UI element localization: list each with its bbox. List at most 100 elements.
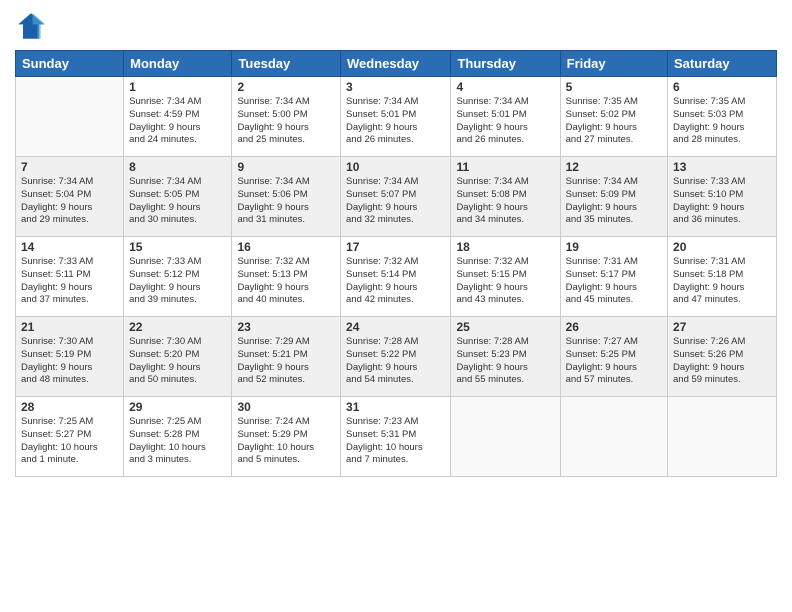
day-info: Sunrise: 7:28 AM Sunset: 5:23 PM Dayligh… xyxy=(456,336,554,387)
day-number: 31 xyxy=(346,400,445,414)
day-info: Sunrise: 7:31 AM Sunset: 5:17 PM Dayligh… xyxy=(566,256,662,307)
day-info: Sunrise: 7:35 AM Sunset: 5:03 PM Dayligh… xyxy=(673,96,771,147)
day-number: 3 xyxy=(346,80,445,94)
day-number: 17 xyxy=(346,240,445,254)
day-number: 26 xyxy=(566,320,662,334)
day-number: 30 xyxy=(237,400,335,414)
logo-icon xyxy=(15,10,47,42)
day-info: Sunrise: 7:34 AM Sunset: 5:04 PM Dayligh… xyxy=(21,176,118,227)
calendar-cell: 4 Sunrise: 7:34 AM Sunset: 5:01 PM Daylig… xyxy=(451,77,560,157)
calendar-cell: 27Sunrise: 7:26 AM Sunset: 5:26 PM Dayli… xyxy=(668,317,777,397)
calendar-cell: 11 Sunrise: 7:34 AM Sunset: 5:08 PM Dayli… xyxy=(451,157,560,237)
calendar-cell: 20 Sunrise: 7:31 AM Sunset: 5:18 PM Dayli… xyxy=(668,237,777,317)
day-number: 19 xyxy=(566,240,662,254)
day-number: 9 xyxy=(237,160,335,174)
calendar-cell: 15 Sunrise: 7:33 AM Sunset: 5:12 PM Dayli… xyxy=(124,237,232,317)
calendar-cell: 26 Sunrise: 7:27 AM Sunset: 5:25 PM Dayli… xyxy=(560,317,667,397)
day-info: Sunrise: 7:32 AM Sunset: 5:13 PM Dayligh… xyxy=(237,256,335,307)
calendar-cell: 9 Sunrise: 7:34 AM Sunset: 5:06 PM Daylig… xyxy=(232,157,341,237)
calendar-week-row: 14 Sunrise: 7:33 AM Sunset: 5:11 PM Dayli… xyxy=(16,237,777,317)
header xyxy=(15,10,777,42)
calendar-cell: 24 Sunrise: 7:28 AM Sunset: 5:22 PM Dayli… xyxy=(341,317,451,397)
day-info: Sunrise: 7:34 AM Sunset: 5:09 PM Dayligh… xyxy=(566,176,662,227)
calendar-cell: 10 Sunrise: 7:34 AM Sunset: 5:07 PM Dayli… xyxy=(341,157,451,237)
day-info: Sunrise: 7:25 AM Sunset: 5:27 PM Dayligh… xyxy=(21,416,118,467)
day-info: Sunrise: 7:28 AM Sunset: 5:22 PM Dayligh… xyxy=(346,336,445,387)
day-info: Sunrise: 7:34 AM Sunset: 5:08 PM Dayligh… xyxy=(456,176,554,227)
day-number: 24 xyxy=(346,320,445,334)
day-info: Sunrise: 7:34 AM Sunset: 4:59 PM Dayligh… xyxy=(129,96,226,147)
calendar-header-tuesday: Tuesday xyxy=(232,51,341,77)
day-number: 22 xyxy=(129,320,226,334)
calendar-cell: 16 Sunrise: 7:32 AM Sunset: 5:13 PM Dayli… xyxy=(232,237,341,317)
day-number: 23 xyxy=(237,320,335,334)
calendar-cell: 28 Sunrise: 7:25 AM Sunset: 5:27 PM Dayli… xyxy=(16,397,124,477)
calendar-cell: 25 Sunrise: 7:28 AM Sunset: 5:23 PM Dayli… xyxy=(451,317,560,397)
day-number: 2 xyxy=(237,80,335,94)
calendar-cell: 3 Sunrise: 7:34 AM Sunset: 5:01 PM Daylig… xyxy=(341,77,451,157)
day-info: Sunrise: 7:23 AM Sunset: 5:31 PM Dayligh… xyxy=(346,416,445,467)
day-info: Sunrise: 7:33 AM Sunset: 5:12 PM Dayligh… xyxy=(129,256,226,307)
day-info: Sunrise: 7:30 AM Sunset: 5:19 PM Dayligh… xyxy=(21,336,118,387)
calendar-cell xyxy=(560,397,667,477)
day-number: 25 xyxy=(456,320,554,334)
day-info: Sunrise: 7:34 AM Sunset: 5:06 PM Dayligh… xyxy=(237,176,335,227)
day-info: Sunrise: 7:29 AM Sunset: 5:21 PM Dayligh… xyxy=(237,336,335,387)
calendar: SundayMondayTuesdayWednesdayThursdayFrid… xyxy=(15,50,777,477)
day-info: Sunrise: 7:27 AM Sunset: 5:25 PM Dayligh… xyxy=(566,336,662,387)
day-info: Sunrise: 7:26 AM Sunset: 5:26 PM Dayligh… xyxy=(673,336,771,387)
day-number: 20 xyxy=(673,240,771,254)
calendar-cell xyxy=(451,397,560,477)
calendar-week-row: 7 Sunrise: 7:34 AM Sunset: 5:04 PM Daylig… xyxy=(16,157,777,237)
calendar-cell: 7 Sunrise: 7:34 AM Sunset: 5:04 PM Daylig… xyxy=(16,157,124,237)
day-number: 15 xyxy=(129,240,226,254)
day-number: 11 xyxy=(456,160,554,174)
day-number: 8 xyxy=(129,160,226,174)
calendar-week-row: 21Sunrise: 7:30 AM Sunset: 5:19 PM Dayli… xyxy=(16,317,777,397)
logo xyxy=(15,10,51,42)
calendar-cell: 12 Sunrise: 7:34 AM Sunset: 5:09 PM Dayli… xyxy=(560,157,667,237)
calendar-cell xyxy=(16,77,124,157)
day-number: 10 xyxy=(346,160,445,174)
calendar-cell: 13Sunrise: 7:33 AM Sunset: 5:10 PM Dayli… xyxy=(668,157,777,237)
calendar-cell: 1 Sunrise: 7:34 AM Sunset: 4:59 PM Daylig… xyxy=(124,77,232,157)
day-info: Sunrise: 7:33 AM Sunset: 5:11 PM Dayligh… xyxy=(21,256,118,307)
page: SundayMondayTuesdayWednesdayThursdayFrid… xyxy=(0,0,792,612)
day-info: Sunrise: 7:34 AM Sunset: 5:07 PM Dayligh… xyxy=(346,176,445,227)
day-number: 13 xyxy=(673,160,771,174)
calendar-cell: 30Sunrise: 7:24 AM Sunset: 5:29 PM Dayli… xyxy=(232,397,341,477)
calendar-cell: 6 Sunrise: 7:35 AM Sunset: 5:03 PM Daylig… xyxy=(668,77,777,157)
day-info: Sunrise: 7:25 AM Sunset: 5:28 PM Dayligh… xyxy=(129,416,226,467)
day-info: Sunrise: 7:32 AM Sunset: 5:15 PM Dayligh… xyxy=(456,256,554,307)
day-number: 14 xyxy=(21,240,118,254)
day-info: Sunrise: 7:34 AM Sunset: 5:05 PM Dayligh… xyxy=(129,176,226,227)
day-info: Sunrise: 7:34 AM Sunset: 5:00 PM Dayligh… xyxy=(237,96,335,147)
calendar-header-friday: Friday xyxy=(560,51,667,77)
calendar-week-row: 1 Sunrise: 7:34 AM Sunset: 4:59 PM Daylig… xyxy=(16,77,777,157)
day-info: Sunrise: 7:35 AM Sunset: 5:02 PM Dayligh… xyxy=(566,96,662,147)
calendar-cell: 23 Sunrise: 7:29 AM Sunset: 5:21 PM Dayli… xyxy=(232,317,341,397)
day-number: 6 xyxy=(673,80,771,94)
calendar-header-saturday: Saturday xyxy=(668,51,777,77)
day-info: Sunrise: 7:31 AM Sunset: 5:18 PM Dayligh… xyxy=(673,256,771,307)
day-number: 7 xyxy=(21,160,118,174)
day-info: Sunrise: 7:34 AM Sunset: 5:01 PM Dayligh… xyxy=(346,96,445,147)
day-number: 18 xyxy=(456,240,554,254)
calendar-cell: 5Sunrise: 7:35 AM Sunset: 5:02 PM Daylig… xyxy=(560,77,667,157)
calendar-cell: 19 Sunrise: 7:31 AM Sunset: 5:17 PM Dayli… xyxy=(560,237,667,317)
calendar-header-monday: Monday xyxy=(124,51,232,77)
calendar-header-sunday: Sunday xyxy=(16,51,124,77)
calendar-week-row: 28 Sunrise: 7:25 AM Sunset: 5:27 PM Dayli… xyxy=(16,397,777,477)
calendar-cell: 14 Sunrise: 7:33 AM Sunset: 5:11 PM Dayli… xyxy=(16,237,124,317)
day-number: 1 xyxy=(129,80,226,94)
day-info: Sunrise: 7:34 AM Sunset: 5:01 PM Dayligh… xyxy=(456,96,554,147)
calendar-cell: 29Sunrise: 7:25 AM Sunset: 5:28 PM Dayli… xyxy=(124,397,232,477)
calendar-cell: 18 Sunrise: 7:32 AM Sunset: 5:15 PM Dayli… xyxy=(451,237,560,317)
calendar-header-row: SundayMondayTuesdayWednesdayThursdayFrid… xyxy=(16,51,777,77)
day-number: 4 xyxy=(456,80,554,94)
day-number: 16 xyxy=(237,240,335,254)
day-number: 12 xyxy=(566,160,662,174)
day-number: 28 xyxy=(21,400,118,414)
calendar-header-wednesday: Wednesday xyxy=(341,51,451,77)
calendar-cell: 31 Sunrise: 7:23 AM Sunset: 5:31 PM Dayli… xyxy=(341,397,451,477)
